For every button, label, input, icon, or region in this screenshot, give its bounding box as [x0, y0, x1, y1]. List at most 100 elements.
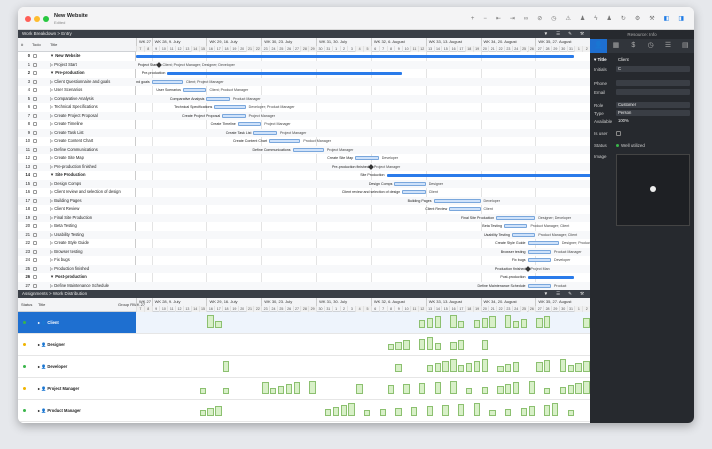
task-bar[interactable] [269, 139, 301, 143]
task-bar[interactable] [355, 156, 379, 160]
resource-row[interactable]: ▸ 👤 Client [18, 312, 136, 334]
workload-bar[interactable] [583, 361, 590, 372]
initials-field[interactable]: C [616, 66, 690, 72]
calendar-tab-icon[interactable]: ▦ [607, 39, 624, 53]
workload-bar[interactable] [465, 388, 473, 394]
col-title[interactable]: Title [50, 42, 57, 47]
workload-bar[interactable] [426, 318, 434, 328]
role-select[interactable]: Customer [616, 102, 690, 108]
workload-bar[interactable] [411, 407, 418, 416]
workload-bar[interactable] [450, 381, 457, 394]
phone-field[interactable] [616, 80, 690, 86]
col-status[interactable]: Status [21, 302, 32, 307]
close-button[interactable] [25, 16, 31, 22]
pin-icon[interactable]: ✎ [568, 30, 572, 38]
workload-bar[interactable] [418, 383, 426, 394]
todo-checkbox[interactable] [33, 71, 37, 75]
todo-checkbox[interactable] [33, 130, 37, 135]
workload-bar[interactable] [481, 359, 488, 372]
workload-bar[interactable] [332, 407, 340, 416]
workload-bar[interactable] [512, 321, 520, 328]
task-bar[interactable] [214, 105, 246, 109]
todo-checkbox[interactable] [33, 62, 37, 67]
todo-checkbox[interactable] [33, 54, 37, 58]
workload-bar[interactable] [434, 316, 441, 328]
workload-bar[interactable] [544, 405, 551, 416]
outline-row[interactable]: 11 ▷ Define Communications [18, 145, 136, 154]
workload-bar[interactable] [199, 410, 206, 416]
workload-bar[interactable] [309, 381, 316, 394]
workload-bar[interactable] [505, 315, 512, 328]
sidebar-left-icon[interactable]: ◧ [664, 15, 670, 23]
workload-bar[interactable] [583, 381, 590, 394]
workload-bar[interactable] [450, 315, 457, 328]
outline-row[interactable]: 21 ▷ Usability Testing [18, 230, 136, 239]
resource-row[interactable]: ▸ 👤 Designer [18, 334, 136, 356]
workload-bar[interactable] [262, 382, 269, 394]
todo-checkbox[interactable] [33, 241, 37, 245]
task-bar[interactable] [253, 130, 277, 135]
workload-bar[interactable] [293, 382, 300, 394]
workload-bar[interactable] [426, 365, 434, 372]
workload-bar[interactable] [520, 319, 527, 328]
todo-checkbox[interactable] [33, 249, 37, 254]
tools-icon[interactable]: ⚒ [649, 15, 654, 23]
outline-row[interactable]: 10 ▷ Create Content Chart [18, 137, 136, 146]
outline-row[interactable]: 27 ▷ Define Maintenance Schedule [18, 281, 136, 290]
workload-bar[interactable] [215, 321, 222, 328]
workload-bar[interactable] [207, 408, 214, 416]
workload-bar[interactable] [536, 362, 543, 372]
workload-bar[interactable] [567, 365, 574, 372]
task-bar[interactable] [449, 207, 481, 211]
person-icon[interactable]: ♟ [580, 15, 585, 23]
image-well[interactable] [616, 154, 690, 226]
todo-checkbox[interactable] [33, 283, 37, 288]
task-bar[interactable] [394, 181, 426, 186]
outline-row[interactable]: 18 ▷ Client Review [18, 205, 136, 214]
todo-checkbox[interactable] [33, 181, 37, 186]
workload-bar[interactable] [567, 385, 574, 394]
workload-bar[interactable] [418, 320, 426, 328]
outline-row[interactable]: 14 ▼ Site Production [18, 171, 136, 180]
person-tab-icon[interactable]: 👤 [590, 39, 608, 53]
task-bar[interactable] [433, 198, 481, 203]
list-icon[interactable]: ☰ [556, 30, 560, 38]
unlink-icon[interactable]: ⊘ [537, 15, 542, 23]
task-bar[interactable] [206, 96, 230, 101]
outline-row[interactable]: 0 ▼ New Website [18, 52, 136, 61]
workload-bar[interactable] [395, 408, 402, 416]
list-icon[interactable]: ☰ [556, 290, 560, 298]
summary-bar[interactable] [527, 276, 575, 279]
type-select[interactable]: Person [616, 110, 690, 116]
workload-bar[interactable] [559, 359, 567, 372]
workload-bar[interactable] [458, 404, 465, 416]
outline-row[interactable]: 12 ▷ Create Site Map [18, 154, 136, 163]
task-bar[interactable] [527, 258, 551, 262]
col-todo[interactable]: Todo [32, 42, 41, 47]
todo-checkbox[interactable] [33, 266, 37, 271]
outline-row[interactable]: 9 ▷ Create Task List [18, 128, 136, 137]
workload-bar[interactable] [575, 363, 582, 372]
todo-checkbox[interactable] [33, 275, 37, 279]
clock-icon[interactable]: ◷ [551, 15, 556, 23]
outline-row[interactable]: 13 ▷ Pre-production finished [18, 162, 136, 171]
task-bar[interactable] [222, 113, 246, 118]
workload-bar[interactable] [434, 363, 441, 372]
workload-bar[interactable] [450, 359, 457, 372]
minimize-button[interactable] [34, 16, 40, 22]
outline-row[interactable]: 16 ▷ Client review and selection of desig… [18, 188, 136, 197]
filter-icon[interactable]: ▼ [544, 290, 548, 298]
workload-bar[interactable] [544, 388, 551, 394]
workload-bar[interactable] [583, 318, 590, 328]
resource-row[interactable]: ▸ 👤 Developer [18, 356, 136, 378]
workload-bar[interactable] [559, 387, 567, 394]
task-bar[interactable] [511, 232, 536, 237]
tools-icon[interactable]: ⚒ [580, 290, 584, 298]
pin-icon[interactable]: ✎ [568, 290, 572, 298]
workload-bar[interactable] [520, 408, 527, 416]
todo-checkbox[interactable] [33, 105, 37, 109]
workload-bar[interactable] [324, 409, 332, 416]
outline-row[interactable]: 5 ▷ Comparative Analysis [18, 94, 136, 103]
workload-bar[interactable] [536, 318, 543, 328]
task-bar[interactable] [182, 88, 207, 92]
